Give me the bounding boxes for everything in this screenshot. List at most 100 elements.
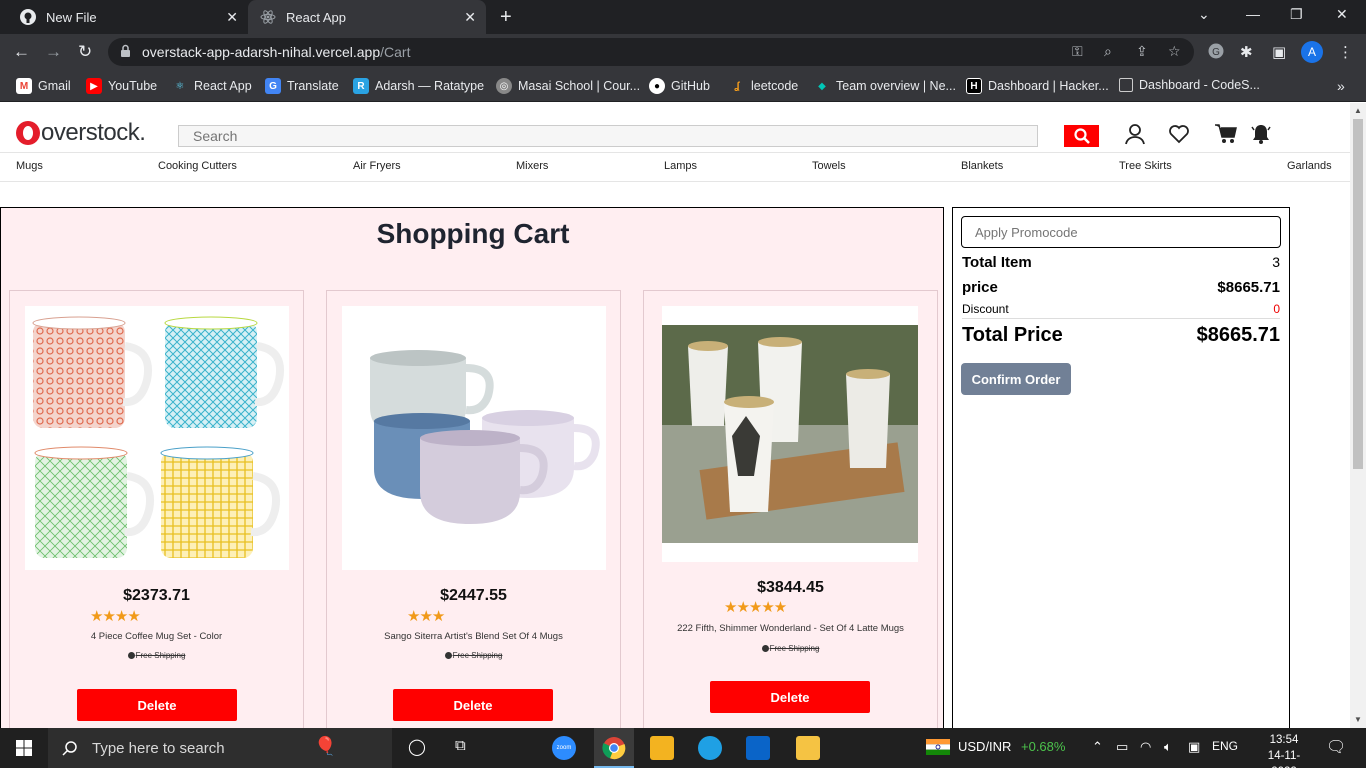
category-link[interactable]: Air Fryers (353, 160, 401, 172)
zoom-icon[interactable]: ⌕ (1104, 43, 1112, 60)
side-panel-icon[interactable]: ▣ (1272, 43, 1286, 61)
shipping-label: Free Shipping (644, 644, 937, 653)
bookmark-github[interactable]: ● GitHub (649, 78, 710, 94)
wifi-icon[interactable]: ◠ (1140, 739, 1151, 755)
category-link[interactable]: Cooking Cutters (158, 160, 237, 172)
new-tab-icon[interactable]: + (500, 6, 512, 29)
taskbar-search[interactable]: Type here to search 🎈 (48, 728, 392, 768)
edge-icon[interactable] (698, 736, 722, 760)
category-link[interactable]: Blankets (961, 160, 1003, 172)
page-icon (1119, 78, 1133, 92)
cart-item: $3844.45 ★★★★★ 222 Fifth, Shimmer Wonder… (643, 290, 938, 728)
restore-icon[interactable]: ❐ (1290, 6, 1303, 23)
bookmark-ratatype[interactable]: R Adarsh — Ratatype (353, 78, 484, 94)
category-link[interactable]: Mugs (16, 160, 43, 172)
category-link[interactable]: Towels (812, 160, 846, 172)
bookmark-gmail[interactable]: M Gmail (16, 78, 71, 94)
chrome-taskbar-button[interactable] (594, 728, 634, 768)
lock-icon (120, 44, 131, 63)
shopping-cart-panel: Shopping Cart $2373.71 ★★★★ 4 Piece Coff… (0, 207, 944, 728)
bookmark-masai[interactable]: ◎ Masai School | Cour... (496, 78, 640, 94)
close-tab-icon[interactable]: ✕ (226, 9, 238, 26)
minimize-icon[interactable]: — (1246, 6, 1260, 22)
scroll-down-icon[interactable]: ▼ (1354, 715, 1362, 724)
bookmark-hackerrank[interactable]: H Dashboard | Hacker... (966, 78, 1109, 94)
account-icon[interactable] (1124, 123, 1146, 145)
page-scrollbar[interactable]: ▲ ▼ (1350, 103, 1366, 728)
back-icon[interactable]: ← (13, 42, 30, 62)
cart-icon[interactable] (1214, 123, 1238, 145)
chrome-icon (602, 737, 626, 760)
extensions-icon[interactable]: ✱ (1240, 43, 1253, 61)
bookmark-leetcode[interactable]: ʆ leetcode (729, 78, 798, 94)
file-explorer-icon[interactable] (796, 736, 820, 760)
product-image[interactable] (25, 306, 289, 570)
total-price-value: $8665.71 (1196, 324, 1280, 346)
scrollbar-thumb[interactable] (1353, 119, 1363, 469)
mug-blue (164, 316, 284, 428)
star-bookmark-icon[interactable]: ☆ (1168, 43, 1181, 60)
delete-button[interactable]: Delete (710, 681, 870, 713)
product-image[interactable] (662, 306, 918, 562)
windows-start-icon[interactable] (16, 740, 32, 756)
page-title: Shopping Cart (376, 218, 570, 249)
notification-bell-icon[interactable] (1251, 123, 1271, 145)
leetcode-icon: ʆ (734, 80, 740, 92)
widgets-icon[interactable]: ⧉ (455, 737, 466, 754)
language-indicator[interactable]: ENG (1212, 739, 1238, 753)
bookmarks-bar: M Gmail ▶ YouTube ⚛ React App G Translate RA… (0, 70, 1366, 102)
delete-button[interactable]: Delete (393, 689, 553, 721)
reload-icon[interactable]: ↻ (78, 42, 92, 62)
search-input[interactable] (178, 125, 1038, 147)
tab-react-app[interactable]: React App ✕ (248, 0, 486, 34)
discount-row: Discount 0 (962, 302, 1280, 319)
scroll-up-icon[interactable]: ▲ (1354, 106, 1362, 115)
task-view-icon[interactable]: ◯ (408, 737, 426, 757)
chevron-up-icon[interactable]: ⌃ (1092, 739, 1103, 755)
confirm-order-button[interactable]: Confirm Order (961, 363, 1071, 395)
bookmark-youtube[interactable]: ▶ YouTube (86, 78, 157, 94)
grammarly-icon[interactable]: G (1208, 43, 1224, 63)
tab-new-file[interactable]: New File ✕ (8, 0, 248, 34)
bookmark-codesignal[interactable]: Dashboard - CodeS... (1119, 78, 1260, 92)
camera-icon[interactable]: ▣ (1188, 739, 1200, 755)
bookmark-translate[interactable]: G Translate (265, 78, 339, 94)
more-bookmarks-icon[interactable]: » (1337, 78, 1345, 94)
search-highlight-icon: 🎈 (314, 736, 337, 756)
battery-icon[interactable]: ▭ (1116, 739, 1128, 755)
key-icon[interactable]: ⚿ (1072, 43, 1083, 60)
volume-icon[interactable]: 🔈︎ (1164, 739, 1172, 755)
category-link[interactable]: Lamps (664, 160, 697, 172)
store-icon[interactable] (650, 736, 674, 760)
heart-icon[interactable] (1168, 123, 1190, 145)
promocode-input[interactable] (961, 216, 1281, 248)
bookmark-netlify[interactable]: ◆ Team overview | Ne... (814, 78, 956, 94)
share-icon[interactable]: ⇪ (1136, 43, 1148, 60)
currency-change: +0.68% (1021, 739, 1066, 754)
menu-icon[interactable]: ⋮ (1338, 43, 1353, 61)
browser-tab-strip: New File ✕ React App ✕ + ⌄ — ❐ ✕ (0, 0, 1366, 34)
clock[interactable]: 13:54 14-11-2022 (1256, 732, 1312, 780)
chevron-down-icon[interactable]: ⌄ (1198, 6, 1210, 23)
total-item-label: Total Item (962, 254, 1032, 271)
close-tab-icon[interactable]: ✕ (464, 9, 476, 26)
category-link[interactable]: Garlands (1287, 160, 1332, 172)
currency-pair[interactable]: USD/INR (958, 739, 1011, 754)
address-bar[interactable]: overstack-app-adarsh-nihal.vercel.app/Ca… (108, 38, 1194, 66)
notifications-icon[interactable]: 🗨︎ (1326, 737, 1346, 757)
product-image[interactable] (342, 306, 606, 570)
category-link[interactable]: Tree Skirts (1119, 160, 1172, 172)
mug-green (34, 446, 154, 558)
mail-icon[interactable] (746, 736, 770, 760)
profile-avatar[interactable]: A (1301, 41, 1323, 63)
bookmark-react-app[interactable]: ⚛ React App (172, 78, 252, 94)
delete-button[interactable]: Delete (77, 689, 237, 721)
close-window-icon[interactable]: ✕ (1336, 6, 1348, 23)
clock-date: 14-11-2022 (1267, 750, 1301, 778)
zoom-app-icon[interactable]: zoom (552, 736, 576, 760)
page-viewport: overstock. Mugs Cooking Cutters Air Frye… (0, 103, 1350, 728)
search-button[interactable] (1064, 125, 1099, 147)
overstock-logo[interactable]: overstock. (16, 119, 146, 147)
forward-icon[interactable]: → (45, 42, 62, 62)
category-link[interactable]: Mixers (516, 160, 548, 172)
